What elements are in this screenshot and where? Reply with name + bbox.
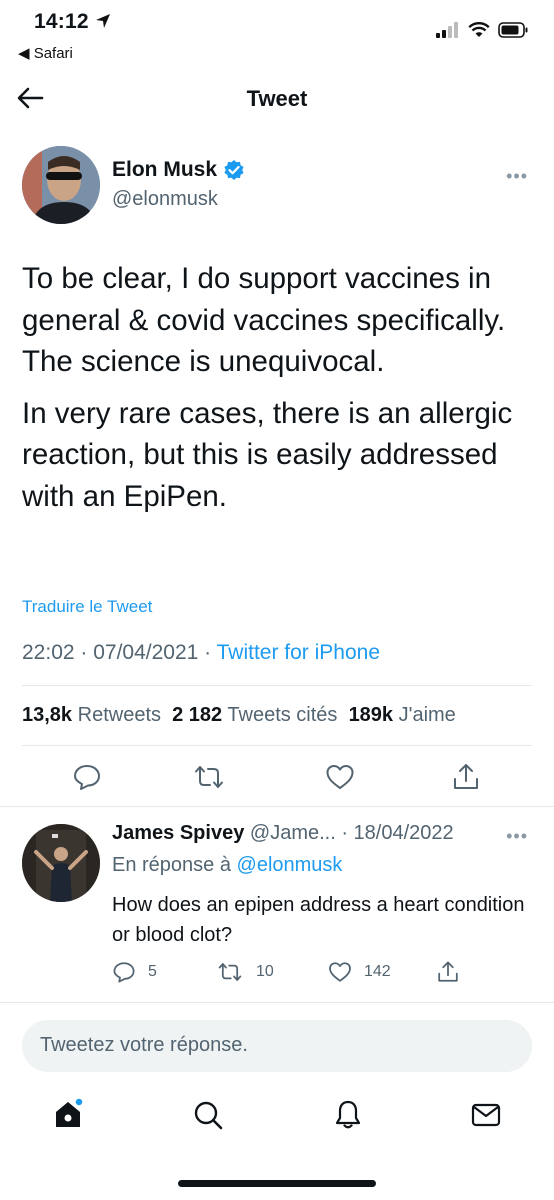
tweet-more-button[interactable]: ••• — [506, 166, 528, 187]
signal-icon — [436, 22, 458, 38]
page-title: Tweet — [246, 86, 308, 111]
likes-stat[interactable]: 189k J'aime — [349, 704, 456, 726]
divider — [22, 685, 532, 686]
battery-icon — [498, 22, 528, 38]
status-indicators — [436, 22, 528, 38]
reply-more-button[interactable]: ••• — [506, 826, 528, 847]
quotes-stat[interactable]: 2 182 Tweets cités — [172, 704, 337, 726]
reply-composer-placeholder: Tweetez votre réponse. — [40, 1034, 248, 1056]
tab-search[interactable] — [192, 1099, 224, 1131]
retweet-icon[interactable] — [194, 762, 224, 792]
divider — [22, 745, 532, 746]
reply-author-name[interactable]: James Spivey — [112, 822, 244, 844]
home-indicator — [178, 1180, 376, 1187]
reply-reply-count: 5 — [148, 963, 157, 980]
verified-badge-icon — [224, 160, 244, 180]
author-name[interactable]: Elon Musk — [112, 158, 245, 182]
location-arrow-icon — [95, 14, 110, 28]
reply-composer[interactable]: Tweetez votre réponse. — [22, 1020, 532, 1072]
tweet-source-link[interactable]: Twitter for iPhone — [217, 641, 380, 664]
reply-icon[interactable] — [72, 762, 102, 792]
reply-header: James Spivey @Jame... · 18/04/2022 — [112, 822, 512, 845]
status-back-to-safari[interactable]: ◀ Safari — [18, 44, 73, 62]
retweets-stat[interactable]: 13,8k Retweets — [22, 704, 161, 726]
reply-like-count: 142 — [364, 963, 391, 980]
search-icon — [194, 1101, 223, 1130]
tab-home[interactable] — [52, 1097, 84, 1130]
tweet-stats: 13,8k Retweets 2 182 Tweets cités 189k J… — [22, 704, 456, 727]
reply-context: En réponse à @elonmusk — [112, 854, 343, 876]
translate-tweet-link[interactable]: Traduire le Tweet — [22, 597, 152, 617]
tweet-paragraph: In very rare cases, there is an allergic… — [22, 396, 513, 513]
reply-to-handle-link[interactable]: @elonmusk — [237, 854, 343, 876]
author-handle[interactable]: @elonmusk — [112, 188, 218, 211]
reply-handle-date[interactable]: @Jame... · 18/04/2022 — [250, 822, 454, 844]
home-icon — [56, 1097, 84, 1127]
tab-notifications[interactable] — [332, 1098, 364, 1130]
reply-retweet-count: 10 — [256, 963, 274, 980]
divider — [0, 1002, 554, 1003]
wifi-icon — [468, 22, 490, 37]
status-time: 14:12 — [34, 10, 111, 34]
reply-author-avatar[interactable] — [22, 824, 100, 902]
tab-messages[interactable] — [470, 1099, 502, 1131]
share-icon[interactable] — [451, 762, 481, 792]
like-icon[interactable] — [325, 762, 355, 792]
reply-share-icon[interactable] — [436, 960, 460, 984]
tweet-body: To be clear, I do support vaccines in ge… — [22, 258, 532, 527]
notifications-icon — [335, 1100, 361, 1129]
reply-retweet-icon[interactable] — [218, 960, 242, 984]
author-avatar[interactable] — [22, 146, 100, 224]
tweet-datetime: 22:02 · 07/04/2021 · — [22, 641, 217, 664]
tweet-meta: 22:02 · 07/04/2021 · Twitter for iPhone — [22, 641, 380, 665]
tweet-paragraph: To be clear, I do support vaccines in ge… — [22, 262, 506, 378]
reply-reply-icon[interactable] — [112, 960, 136, 984]
messages-icon — [471, 1103, 501, 1127]
divider — [0, 806, 554, 807]
reply-body: How does an epipen address a heart condi… — [112, 894, 525, 946]
reply-like-icon[interactable] — [328, 960, 352, 984]
